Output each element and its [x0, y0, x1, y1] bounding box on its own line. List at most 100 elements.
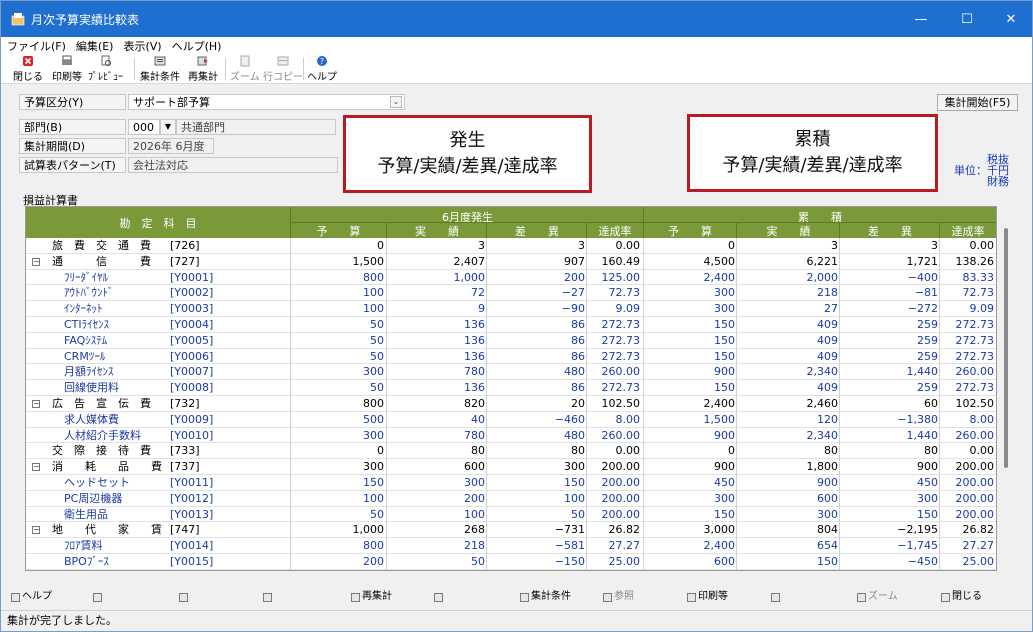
help-tool-button[interactable]: ? ヘルプ [307, 55, 337, 83]
fkey-f9[interactable]: 印刷等 [687, 589, 728, 605]
value-cell: 272.73 [601, 349, 641, 363]
column-divider [486, 380, 487, 397]
menu-help[interactable]: ヘルプ(H) [172, 38, 222, 54]
fkey-f8[interactable]: 参照 [603, 589, 634, 605]
fkey-f6[interactable] [434, 589, 445, 605]
table-row[interactable]: BPOﾌﾞｰｽ [Y0015] 200 50 −150 25.00 600 150 −450 25… [26, 554, 996, 570]
column-divider [386, 317, 387, 333]
table-row[interactable]: 月額ﾗｲｾﾝｽ [Y0007] 300 780 480 260.00 900 2,340 1,4… [26, 364, 996, 381]
fkey-f2[interactable] [93, 589, 104, 605]
table-row[interactable]: 衛生用品 [Y0013] 50 100 50 200.00 150 300 150 200.00 [26, 506, 996, 523]
table-row[interactable]: − 地 代 家 賃 [747] 1,000 268 −731 26.82 3,000 804 −2… [26, 522, 996, 539]
account-code: [Y0007] [170, 365, 214, 379]
sub-header-cell: 実 績 [415, 225, 459, 238]
menu-file[interactable]: ファイル(F) [7, 38, 66, 54]
vertical-scrollbar[interactable] [1002, 206, 1009, 571]
table-row[interactable]: PC周辺機器 [Y0012] 100 200 100 200.00 300 600 300 200… [26, 490, 996, 507]
value-cell: 86 [571, 349, 585, 363]
table-row[interactable]: 回線使用料 [Y0008] 50 136 86 272.73 150 409 259 272.73 [26, 380, 996, 397]
collapse-toggle-icon[interactable]: − [32, 463, 40, 472]
value-cell: −450 [907, 555, 938, 568]
column-divider [736, 459, 737, 476]
dept-code-input[interactable]: 000 [128, 119, 160, 135]
app-window: 月次予算実績比較表 — ☐ ✕ ファイル(F) 編集(E) 表示(V) ヘルプ(… [0, 0, 1033, 632]
value-cell: 218 [817, 286, 838, 300]
column-divider [486, 459, 487, 476]
table-row[interactable]: ヘッドセット [Y0011] 150 300 150 200.00 450 900 450 200… [26, 475, 996, 491]
fkey-f12[interactable]: 閉じる [941, 589, 982, 605]
value-cell: −1,380 [897, 412, 938, 426]
fkey-f1[interactable]: ヘルプ [11, 589, 52, 605]
column-divider [643, 443, 644, 460]
column-divider [736, 238, 737, 254]
fkey-f11[interactable]: ズーム [857, 589, 898, 605]
collapse-toggle-icon[interactable]: − [32, 526, 40, 535]
table-row[interactable]: CRMﾂｰﾙ [Y0006] 50 136 86 272.73 150 409 259 272.7… [26, 348, 996, 365]
value-cell: 120 [817, 412, 838, 426]
dept-dropdown-icon[interactable]: ▼ [160, 119, 176, 135]
collapse-toggle-icon[interactable]: − [32, 400, 40, 408]
budget-type-label: 予算区分(Y) [19, 94, 126, 110]
collapse-toggle-icon[interactable]: − [32, 257, 40, 266]
key-icon [351, 592, 360, 602]
key-icon [857, 592, 866, 602]
value-cell: 0.00 [969, 444, 995, 458]
table-row[interactable]: − 消 耗 品 費 [737] 300 600 300 200.00 900 1,800 900 2… [26, 459, 996, 476]
column-divider [386, 301, 387, 318]
value-cell: 6,221 [806, 254, 839, 268]
close-window-button[interactable]: ✕ [988, 1, 1032, 37]
print-tool-button[interactable]: 印刷等 [52, 55, 82, 83]
pattern-input[interactable]: 会社法対応 [128, 157, 338, 173]
table-row[interactable]: FAQｼｽﾃﾑ [Y0005] 50 136 86 272.73 150 409 259 272.… [26, 332, 996, 349]
column-divider [939, 317, 940, 333]
account-name: 通 信 費 [52, 254, 151, 268]
value-cell: 600 [464, 460, 485, 474]
zoom-tool-button[interactable]: ズーム [230, 55, 260, 83]
value-cell: 654 [817, 539, 838, 553]
fkey-f3[interactable] [179, 589, 190, 605]
table-row[interactable]: 人材紹介手数料 [Y0010] 300 780 480 260.00 900 2,340 1,4… [26, 427, 996, 444]
table-row[interactable]: − 広 告 宣 伝 費 [732] 800 820 20 102.50 2,400 2,460 6… [26, 396, 996, 412]
table-row[interactable]: − 通 信 費 [727] 1,500 2,407 907 160.49 4,500 6,221… [26, 253, 996, 270]
rowcopy-tool-button[interactable]: 行コピー [263, 55, 303, 83]
preview-tool-button[interactable]: ﾌﾟﾚﾋﾞｭｰ [88, 55, 123, 83]
column-divider [736, 475, 737, 491]
fkey-f4[interactable] [263, 589, 274, 605]
value-cell: −81 [914, 286, 938, 300]
table-row[interactable]: 旅 費 交 通 費 [726] 0 3 3 0.00 0 3 3 0.00 [26, 238, 996, 254]
table-row[interactable]: ｱｳﾄﾊﾞｳﾝﾄﾞ [Y0002] 100 72 −27 72.73 300 218 −81 72… [26, 285, 996, 302]
maximize-button[interactable]: ☐ [944, 1, 990, 37]
account-code: [Y0005] [170, 333, 214, 347]
table-row[interactable]: ﾌﾛｱ賃料 [Y0014] 800 218 −581 27.27 2,400 654 −1,74… [26, 538, 996, 555]
close-tool-button[interactable]: 閉じる [13, 55, 43, 83]
table-row[interactable]: 交 際 接 待 費 [733] 0 80 80 0.00 0 80 80 0.00 [26, 443, 996, 460]
scroll-thumb[interactable] [1004, 228, 1008, 468]
column-divider [486, 317, 487, 333]
fkey-f7[interactable]: 集計条件 [520, 589, 571, 605]
minimize-button[interactable]: — [898, 1, 944, 37]
menu-edit[interactable]: 編集(E) [76, 38, 114, 54]
recalc-tool-button[interactable]: 再集計 [188, 55, 218, 83]
value-cell: 272.73 [601, 381, 641, 395]
dept-name-display: 共通部門 [176, 119, 336, 135]
column-divider [643, 490, 644, 507]
table-row[interactable]: ﾌﾘｰﾀﾞｲﾔﾙ [Y0001] 800 1,000 200 125.00 2,400 2,0… [26, 269, 996, 286]
fkey-f10[interactable] [771, 589, 782, 605]
menu-view[interactable]: 表示(V) [123, 38, 161, 54]
table-row[interactable]: CTIﾗｲｾﾝｽ [Y0004] 50 136 86 272.73 150 409 259 272… [26, 317, 996, 333]
conditions-tool-button[interactable]: 集計条件 [140, 55, 180, 83]
table-row[interactable]: 修 繕 維 持 費[753]01091090.0001091090.00 [26, 569, 996, 570]
table-row[interactable]: ｲﾝﾀｰﾈｯﾄ [Y0003] 100 9 −90 9.09 300 27 −272 9.09 [26, 301, 996, 318]
table-row[interactable]: 求人媒体費 [Y0009] 500 40 −460 8.00 1,500 120 −1,380 8… [26, 411, 996, 428]
start-aggregation-button[interactable]: 集計開始(F5) [937, 94, 1018, 111]
value-cell: 80 [471, 444, 485, 458]
value-cell: 160.49 [601, 254, 641, 268]
value-cell: 1,500 [703, 412, 736, 426]
column-divider [386, 253, 387, 270]
value-cell: 2,400 [703, 539, 736, 553]
value-cell: 2,340 [806, 428, 839, 442]
column-divider [586, 332, 587, 349]
period-input[interactable]: 2026年 6月度 [128, 138, 214, 154]
budget-type-select[interactable]: サポート部予算 ⌄ [128, 94, 405, 110]
fkey-f5[interactable]: 再集計 [351, 589, 392, 605]
